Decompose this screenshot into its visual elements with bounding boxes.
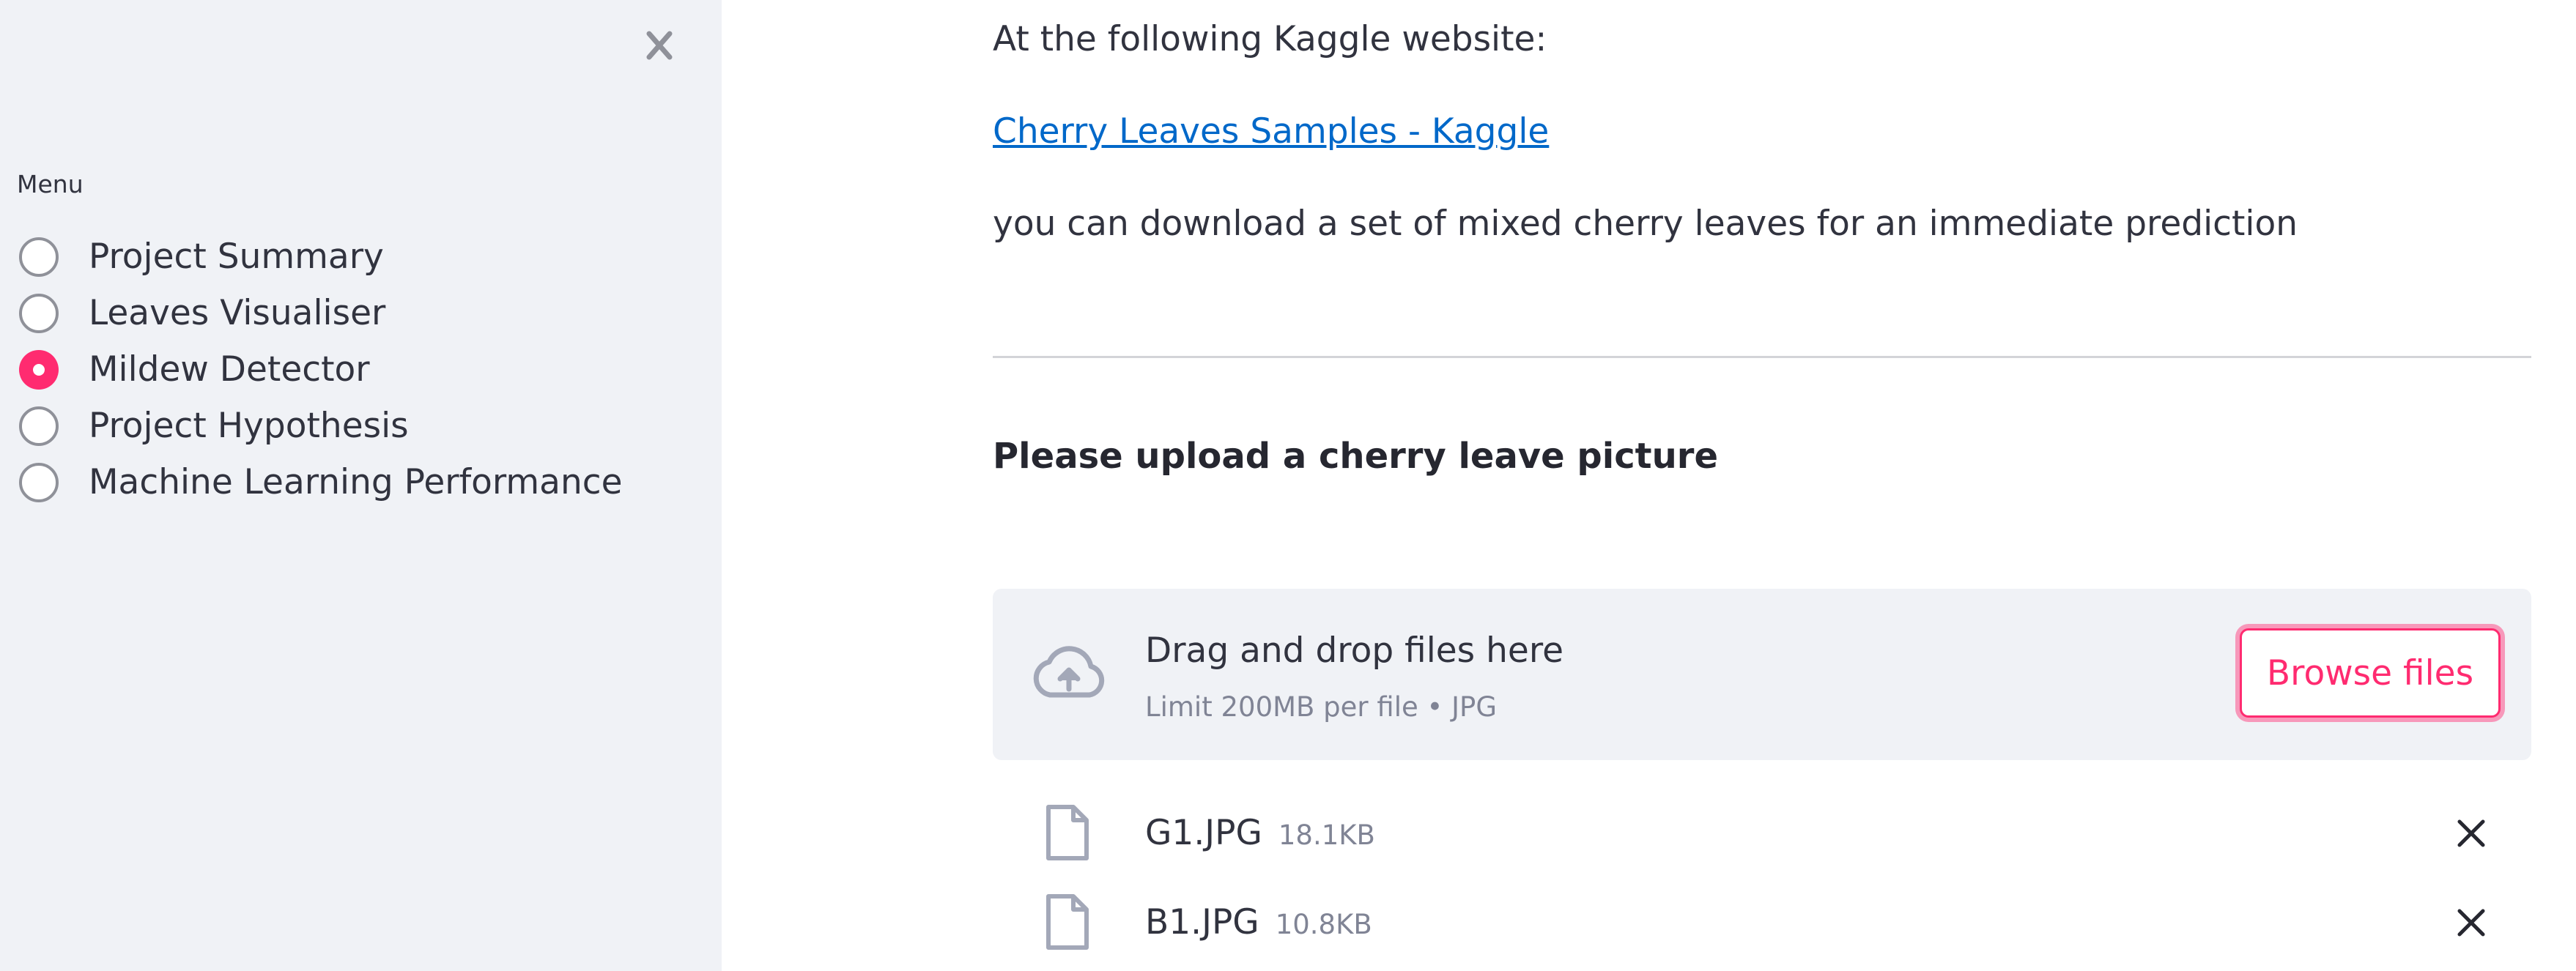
menu-radio-group: Project Summary Leaves Visualiser Mildew…	[19, 228, 623, 510]
file-icon	[1046, 805, 1089, 860]
radio-dot	[33, 363, 45, 376]
file-name: B1.JPG	[1145, 902, 1259, 942]
upload-heading: Please upload a cherry leave picture	[993, 436, 1719, 477]
file-name-container: B1.JPG 10.8KB	[1145, 902, 1372, 942]
radio-button-selected[interactable]	[19, 349, 59, 390]
menu-item-label: Leaves Visualiser	[89, 293, 386, 333]
remove-file-button[interactable]	[2451, 902, 2492, 943]
file-name-container: G1.JPG 18.1KB	[1145, 813, 1375, 853]
browse-files-button[interactable]: Browse files	[2240, 628, 2501, 718]
close-icon	[2457, 909, 2485, 937]
dropzone-title: Drag and drop files here	[1145, 630, 1564, 671]
remove-file-button[interactable]	[2451, 813, 2492, 854]
sidebar: Menu Project Summary Leaves Visualiser M…	[0, 0, 722, 971]
menu-item-label: Project Hypothesis	[89, 406, 409, 446]
kaggle-link-paragraph: Cherry Leaves Samples - Kaggle	[993, 111, 1549, 152]
menu-item-mildew-detector[interactable]: Mildew Detector	[19, 341, 623, 398]
menu-item-leaves-visualiser[interactable]: Leaves Visualiser	[19, 285, 623, 341]
dropzone-limit-text: Limit 200MB per file • JPG	[1145, 691, 1497, 723]
kaggle-link[interactable]: Cherry Leaves Samples - Kaggle	[993, 111, 1549, 152]
uploaded-file-row: G1.JPG 18.1KB	[993, 797, 2531, 870]
intro-text: At the following Kaggle website:	[993, 19, 1547, 59]
cloud-upload-icon	[1033, 646, 1105, 698]
file-dropzone[interactable]: Drag and drop files here Limit 200MB per…	[993, 589, 2531, 760]
uploaded-file-row: B1.JPG 10.8KB	[993, 886, 2531, 959]
radio-button[interactable]	[19, 237, 59, 277]
menu-item-label: Mildew Detector	[89, 349, 370, 390]
file-size: 10.8KB	[1275, 909, 1372, 940]
menu-item-project-hypothesis[interactable]: Project Hypothesis	[19, 398, 623, 454]
menu-label: Menu	[17, 170, 84, 198]
menu-item-label: Machine Learning Performance	[89, 462, 623, 502]
radio-button[interactable]	[19, 293, 59, 333]
menu-item-ml-performance[interactable]: Machine Learning Performance	[19, 454, 623, 510]
download-text: you can download a set of mixed cherry l…	[993, 204, 2298, 244]
sidebar-close-button[interactable]	[637, 26, 681, 64]
file-size: 18.1KB	[1278, 819, 1375, 851]
file-icon	[1046, 894, 1089, 950]
menu-item-project-summary[interactable]: Project Summary	[19, 228, 623, 285]
menu-item-label: Project Summary	[89, 237, 384, 277]
close-icon	[646, 31, 673, 60]
close-icon	[2457, 819, 2485, 847]
divider	[993, 356, 2531, 358]
radio-button[interactable]	[19, 406, 59, 446]
file-name: G1.JPG	[1145, 813, 1262, 853]
radio-button[interactable]	[19, 462, 59, 502]
